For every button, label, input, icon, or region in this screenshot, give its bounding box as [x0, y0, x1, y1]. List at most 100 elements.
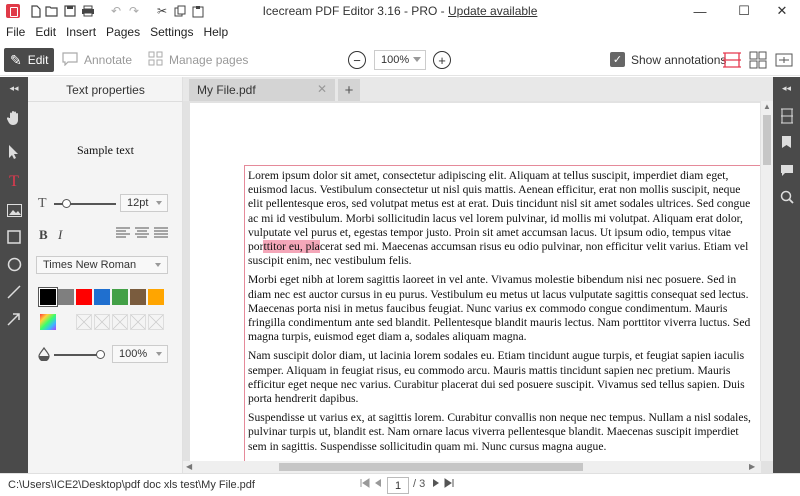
menu-file[interactable]: File: [0, 25, 30, 39]
annotate-mode-button[interactable]: Annotate: [62, 48, 132, 72]
open-icon[interactable]: [44, 3, 60, 19]
manage-pages-button[interactable]: Manage pages: [148, 48, 248, 72]
zoom-value: 100%: [381, 54, 410, 66]
grid-view-icon[interactable]: [748, 50, 768, 70]
opacity-slider[interactable]: [54, 354, 102, 356]
font-family-select[interactable]: Times New Roman: [36, 256, 168, 274]
hand-icon[interactable]: [0, 105, 28, 131]
color-swatch-gray[interactable]: [58, 289, 74, 305]
copy-icon[interactable]: [172, 3, 188, 19]
scroll-right-icon[interactable]: ▶: [749, 462, 755, 471]
paragraph: Suspendisse ut varius ex, at sagittis lo…: [248, 411, 751, 453]
close-window-button[interactable]: ✕: [762, 0, 800, 22]
menu-settings[interactable]: Settings: [145, 25, 198, 39]
close-tab-icon[interactable]: ✕: [317, 82, 327, 96]
color-swatch-black[interactable]: [39, 288, 57, 306]
cut-icon[interactable]: ✂: [154, 3, 170, 19]
menu-help[interactable]: Help: [198, 25, 233, 39]
align-justify-icon[interactable]: [154, 227, 168, 242]
paste-icon[interactable]: [190, 3, 206, 19]
opacity-slider-handle[interactable]: [96, 350, 105, 359]
chevron-down-icon: [413, 57, 421, 62]
search-icon[interactable]: [773, 184, 800, 210]
custom-color-slot[interactable]: [130, 314, 146, 330]
color-swatch-green[interactable]: [112, 289, 128, 305]
menu-edit[interactable]: Edit: [30, 25, 61, 39]
bookmark-icon[interactable]: [773, 129, 800, 155]
first-page-icon[interactable]: [360, 478, 370, 491]
collapse-panel-icon[interactable]: ◂◂: [0, 77, 28, 99]
undo-icon[interactable]: ↶: [108, 3, 124, 19]
opacity-select[interactable]: 100%: [112, 345, 168, 363]
text-tool-icon[interactable]: T: [0, 169, 28, 195]
pdf-page: Lorem ipsum dolor sit amet, consectetur …: [190, 103, 760, 461]
italic-button[interactable]: I: [58, 227, 62, 243]
last-page-icon[interactable]: [444, 478, 454, 491]
new-icon[interactable]: [28, 3, 44, 19]
app-logo-icon: [6, 4, 20, 18]
paragraph-text: cerat sed mi. Maecenas accumsan risus eu…: [248, 240, 749, 268]
zoom-in-button[interactable]: +: [433, 51, 451, 69]
maximize-button[interactable]: ☐: [724, 0, 764, 22]
comments-icon[interactable]: [773, 157, 800, 183]
align-left-icon[interactable]: [116, 227, 130, 242]
app-window: ↶ ↷ ✂ Icecream PDF Editor 3.16 - PRO - U…: [0, 0, 800, 496]
save-icon[interactable]: [62, 3, 78, 19]
color-swatch-blue[interactable]: [94, 289, 110, 305]
right-tool-strip: ◂◂: [773, 77, 800, 473]
arrow-icon[interactable]: [0, 306, 28, 332]
scroll-left-icon[interactable]: ◀: [186, 462, 192, 471]
next-page-icon[interactable]: [432, 478, 440, 491]
bold-button[interactable]: B: [39, 227, 48, 243]
horizontal-scroll-thumb[interactable]: [279, 463, 583, 471]
rectangle-icon[interactable]: [0, 224, 28, 250]
scroll-up-icon[interactable]: ▲: [763, 102, 771, 111]
custom-color-slot[interactable]: [76, 314, 92, 330]
font-size-slider-handle[interactable]: [62, 199, 71, 208]
single-page-view-icon[interactable]: [722, 50, 742, 70]
align-center-icon[interactable]: [135, 227, 149, 242]
paragraph: Morbi eget nibh at lorem sagittis laoree…: [248, 273, 751, 344]
custom-color-slot[interactable]: [148, 314, 164, 330]
editable-text-block[interactable]: Lorem ipsum dolor sit amet, consectetur …: [244, 165, 760, 461]
vertical-scroll-thumb[interactable]: [763, 115, 771, 165]
tab-my-file[interactable]: My File.pdf ✕: [189, 79, 335, 101]
print-icon[interactable]: [80, 3, 96, 19]
color-picker-icon[interactable]: [40, 314, 56, 330]
document-tab-bar: My File.pdf ✕ +: [183, 77, 773, 101]
edit-mode-label: Edit: [27, 53, 49, 67]
color-swatch-red[interactable]: [76, 289, 92, 305]
fit-view-icon[interactable]: [774, 50, 794, 70]
collapse-right-panel-icon[interactable]: ◂◂: [773, 77, 800, 99]
font-size-icon: T: [38, 196, 47, 211]
minimize-button[interactable]: —: [680, 0, 720, 22]
font-size-select[interactable]: 12pt: [120, 194, 168, 212]
menu-insert[interactable]: Insert: [61, 25, 101, 39]
zoom-out-button[interactable]: −: [348, 51, 366, 69]
redo-icon[interactable]: ↷: [126, 3, 142, 19]
show-annotations-label: Show annotations: [631, 53, 727, 67]
add-tab-button[interactable]: +: [338, 79, 360, 101]
panel-divider: [28, 101, 183, 102]
vertical-scrollbar[interactable]: ▲: [761, 101, 773, 461]
image-icon[interactable]: [0, 197, 28, 223]
custom-color-slot[interactable]: [112, 314, 128, 330]
zoom-select[interactable]: 100%: [374, 50, 426, 70]
sample-text-preview: Sample text: [77, 143, 134, 157]
update-available-link[interactable]: Update available: [448, 4, 537, 18]
edit-mode-button[interactable]: ✎ Edit: [4, 48, 55, 72]
custom-color-slot[interactable]: [94, 314, 110, 330]
color-swatch-brown[interactable]: [130, 289, 146, 305]
show-annotations-checkbox[interactable]: ✓: [610, 52, 625, 67]
line-icon[interactable]: [0, 279, 28, 305]
document-viewport[interactable]: Lorem ipsum dolor sit amet, consectetur …: [183, 101, 773, 473]
page-layout-icon[interactable]: [773, 103, 800, 129]
select-arrow-icon[interactable]: [0, 139, 28, 165]
horizontal-scrollbar[interactable]: ◀ ▶: [183, 461, 761, 473]
total-pages: / 3: [413, 478, 426, 490]
menu-pages[interactable]: Pages: [101, 25, 145, 39]
color-swatch-orange[interactable]: [148, 289, 164, 305]
previous-page-icon[interactable]: [374, 478, 382, 491]
ellipse-icon[interactable]: [0, 251, 28, 277]
page-number-input[interactable]: 1: [387, 477, 409, 494]
